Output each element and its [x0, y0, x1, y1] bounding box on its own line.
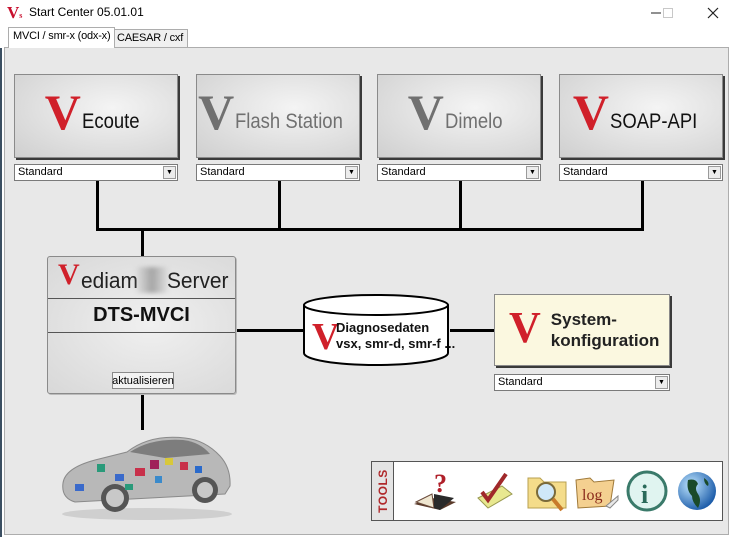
system-config-profile-value: Standard: [498, 376, 543, 388]
vediamo-v-icon: V: [58, 257, 80, 291]
dimelo-profile-select[interactable]: Standard ▼: [377, 164, 541, 181]
connector-line: [278, 181, 281, 231]
connector-line: [236, 329, 304, 332]
ecoute-button[interactable]: V Ecoute: [14, 74, 178, 158]
server-header: V ediam Server: [48, 257, 235, 299]
redacted-area: [136, 267, 168, 293]
soap-api-profile-select[interactable]: Standard ▼: [559, 164, 723, 181]
flash-station-label: Flash Station: [235, 110, 344, 133]
log-folder-icon[interactable]: log: [574, 468, 620, 514]
database-title: Diagnosedaten: [336, 320, 430, 335]
tools-label: TOOLS: [372, 462, 394, 520]
vediamo-v-icon: V: [572, 84, 609, 140]
chevron-down-icon: ▼: [708, 166, 721, 179]
connector-line: [141, 394, 144, 430]
tab-caesar[interactable]: CAESAR / cxf: [112, 29, 189, 48]
window-edge: [0, 26, 2, 537]
dimelo-label: Dimelo: [444, 110, 503, 133]
soap-api-button[interactable]: V SOAP-API: [559, 74, 723, 158]
refresh-button[interactable]: aktualisieren: [112, 372, 174, 389]
svg-text:?: ?: [434, 469, 447, 498]
flash-station-profile-select[interactable]: Standard ▼: [196, 164, 360, 181]
close-button[interactable]: [690, 0, 733, 26]
info-icon[interactable]: i: [624, 468, 670, 514]
connector-line: [141, 228, 144, 256]
flash-station-profile-value: Standard: [200, 166, 245, 178]
help-book-icon[interactable]: ?: [412, 468, 458, 514]
dimelo-button[interactable]: V Dimelo: [377, 74, 541, 158]
vediamo-v-icon: V: [509, 303, 541, 352]
maximize-icon: [663, 8, 673, 18]
vehicle-image: [62, 436, 232, 520]
chevron-down-icon: ▼: [526, 166, 539, 179]
soap-api-profile-value: Standard: [563, 166, 608, 178]
tab-bar: MVCI / smr-x (odx-x) CAESAR / cxf: [0, 26, 733, 48]
dimelo-profile-value: Standard: [381, 166, 426, 178]
chevron-down-icon: ▼: [655, 376, 668, 389]
tools-panel: TOOLS ? log i: [371, 461, 723, 521]
database-label: Diagnosedaten vsx, smr-d, smr-f ...: [336, 320, 455, 352]
title-bar: Vs Start Center 05.01.01: [0, 0, 733, 26]
ecoute-label: Ecoute: [81, 110, 140, 133]
system-config-label: System- konfiguration: [550, 310, 660, 350]
database-formats: vsx, smr-d, smr-f ...: [336, 336, 456, 351]
svg-text:i: i: [641, 480, 648, 509]
server-panel: V ediam Server DTS-MVCI aktualisieren: [47, 256, 236, 394]
vediamo-v-icon: V: [198, 84, 235, 140]
chevron-down-icon: ▼: [163, 166, 176, 179]
server-subtitle: DTS-MVCI: [48, 299, 235, 333]
checklist-icon[interactable]: [472, 468, 518, 514]
connector-line: [96, 181, 99, 231]
connector-line: [450, 329, 495, 332]
vediamo-v-icon: V: [407, 84, 444, 140]
app-logo-icon: Vs: [7, 3, 23, 22]
maximize-button[interactable]: [645, 0, 691, 26]
folder-search-icon[interactable]: [524, 468, 570, 514]
system-config-profile-select[interactable]: Standard ▼: [494, 374, 670, 391]
connector-line: [459, 181, 462, 231]
soap-api-label: SOAP-API: [609, 110, 698, 133]
vediamo-v-icon: V: [44, 84, 81, 140]
ecoute-profile-value: Standard: [18, 166, 63, 178]
system-config-button[interactable]: V System- konfiguration: [494, 294, 670, 366]
connector-bus: [96, 228, 644, 231]
tab-mvci[interactable]: MVCI / smr-x (odx-x): [8, 27, 116, 48]
chevron-down-icon: ▼: [345, 166, 358, 179]
flash-station-button[interactable]: V Flash Station: [196, 74, 360, 158]
svg-text:log: log: [582, 487, 602, 504]
close-icon: [707, 7, 719, 19]
ecoute-profile-select[interactable]: Standard ▼: [14, 164, 178, 181]
globe-icon[interactable]: [674, 468, 720, 514]
connector-line: [641, 181, 644, 231]
window-title: Start Center 05.01.01: [29, 5, 144, 19]
